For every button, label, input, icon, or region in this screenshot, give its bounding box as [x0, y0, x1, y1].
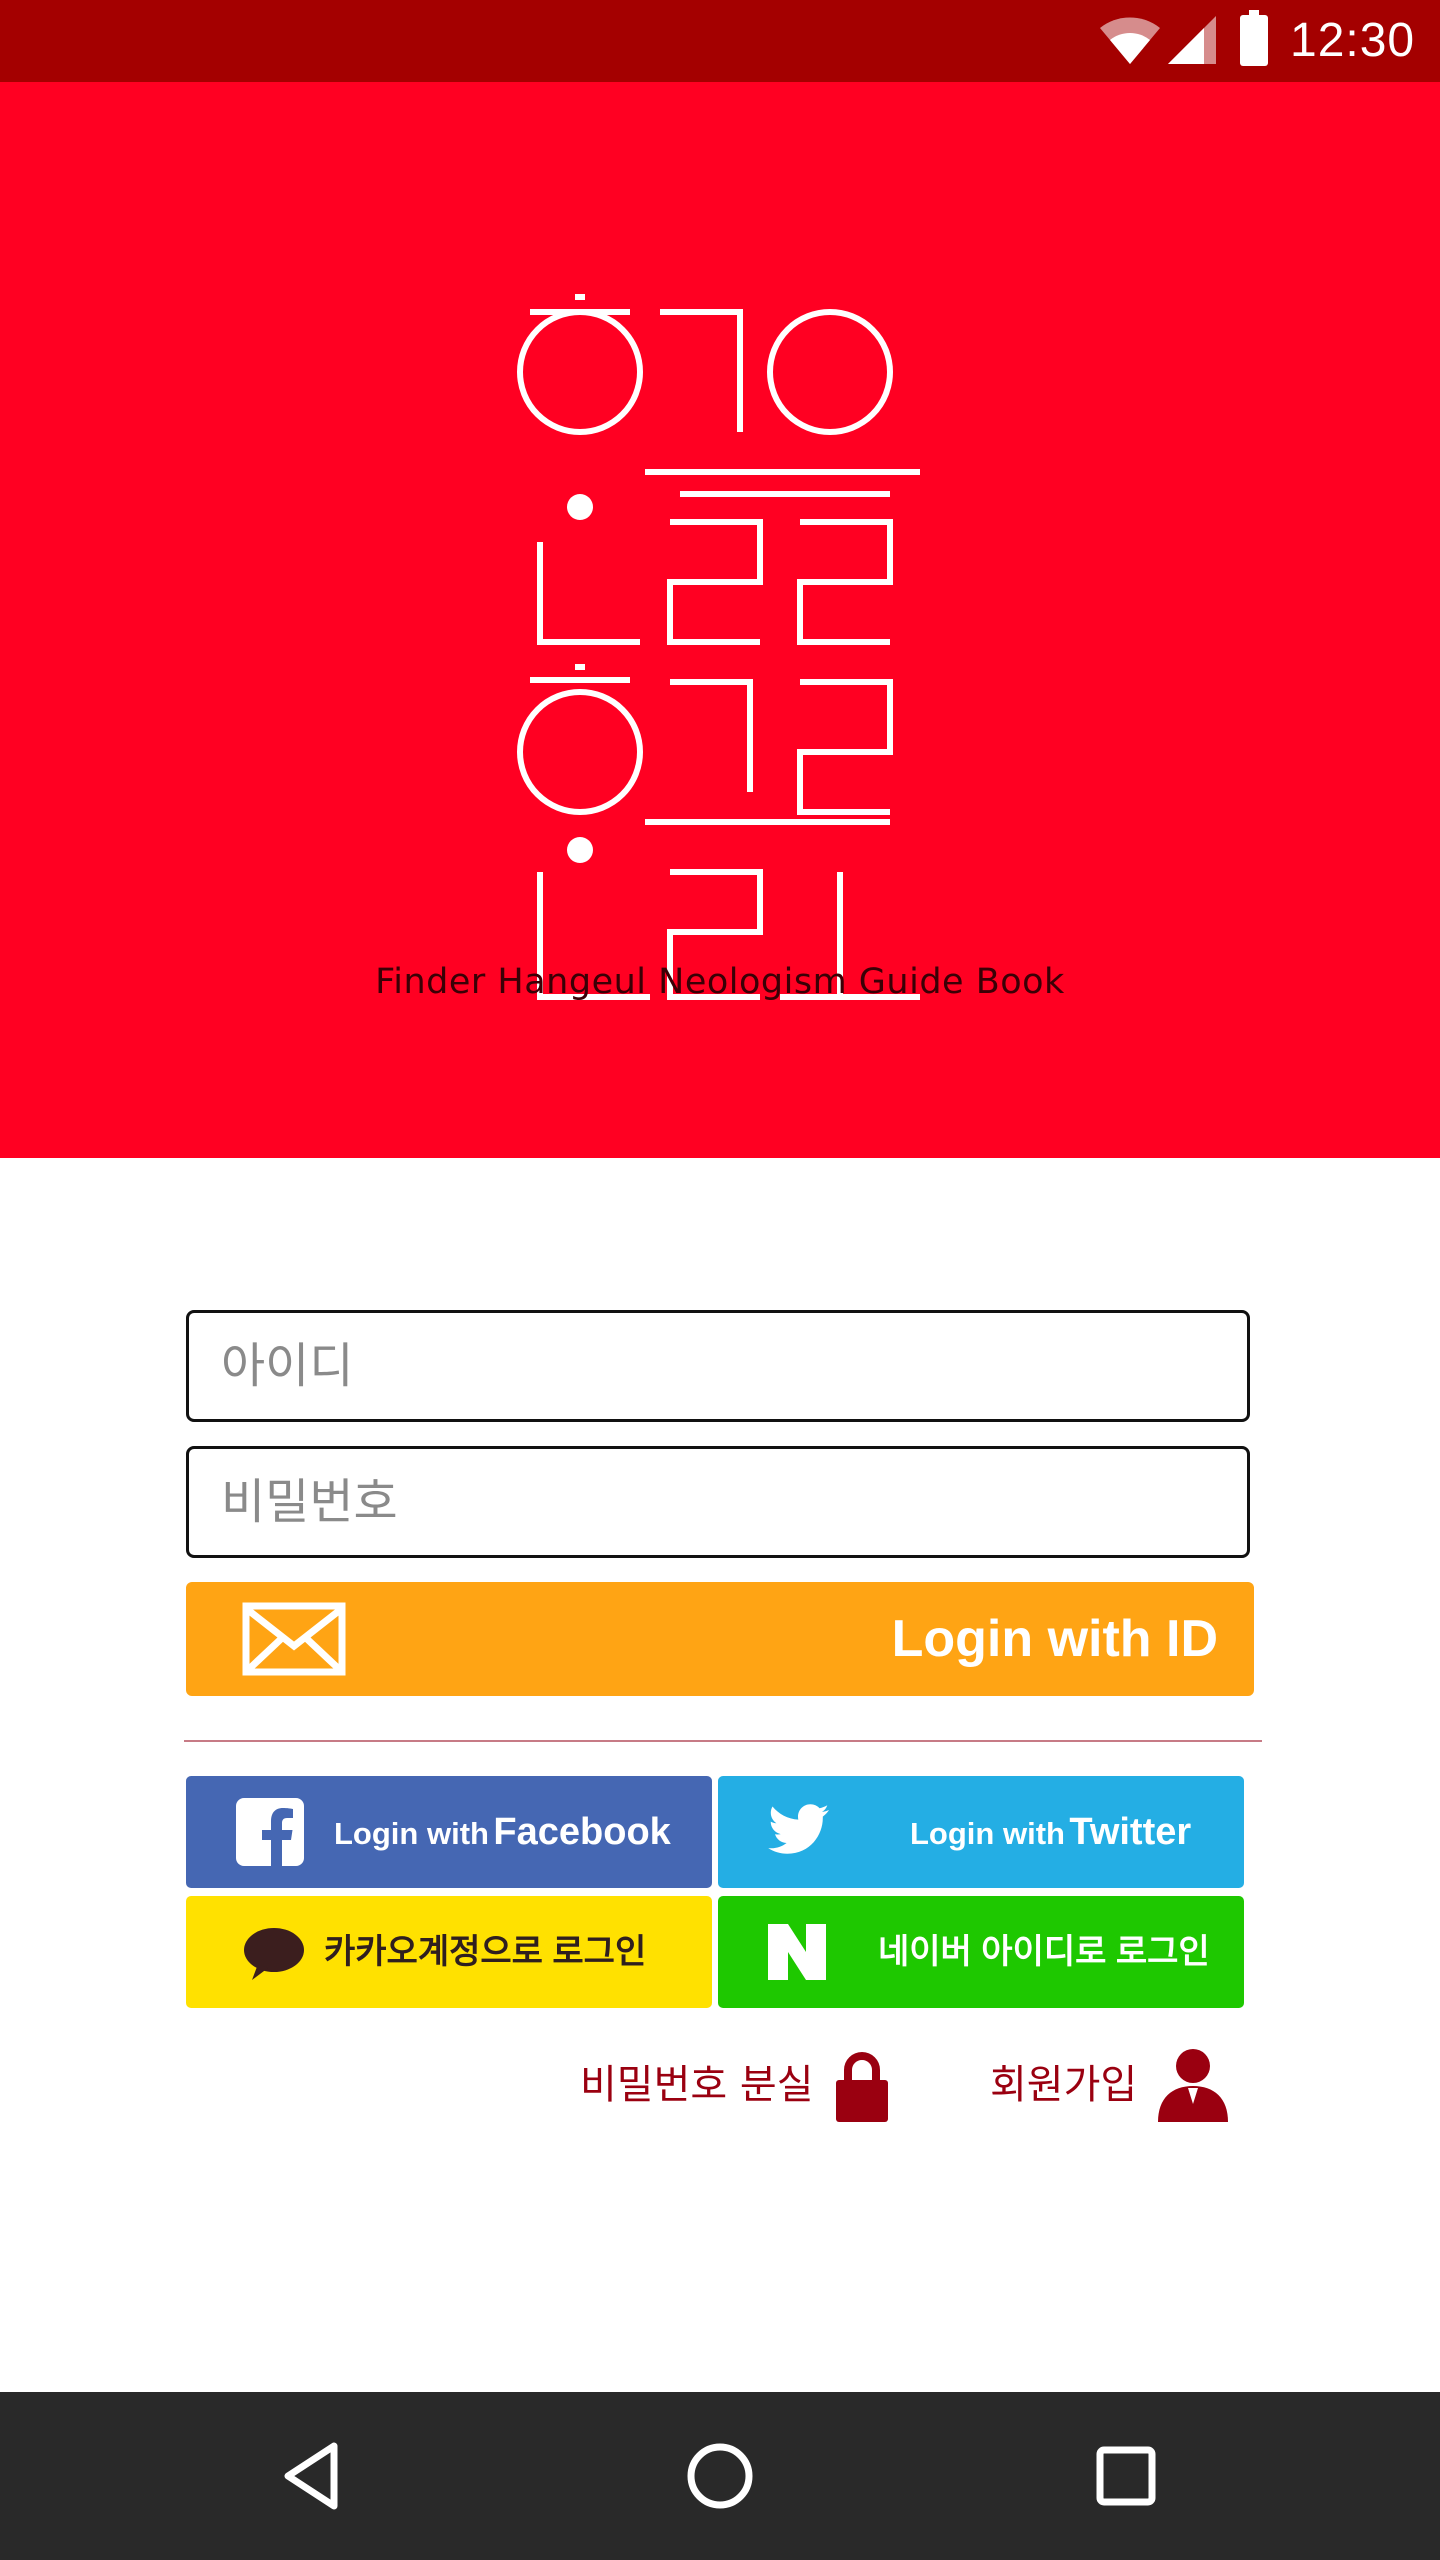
forgot-password-link[interactable]: 비밀번호 분실 [580, 2046, 900, 2126]
naver-n-icon [768, 1924, 826, 1980]
home-icon[interactable] [672, 2428, 768, 2524]
facebook-login-prefix: Login with [334, 1816, 489, 1851]
cell-signal-icon [1168, 16, 1216, 64]
lock-icon [836, 2052, 888, 2122]
facebook-login-button[interactable]: Login with Facebook [186, 1776, 712, 1888]
twitter-login-prefix: Login with [910, 1816, 1065, 1851]
twitter-login-button[interactable]: Login with Twitter [718, 1776, 1244, 1888]
forgot-password-label: 비밀번호 분실 [580, 2062, 814, 2108]
app-logo [517, 294, 920, 1000]
id-input[interactable] [186, 1310, 1250, 1422]
divider [184, 1740, 1262, 1742]
back-icon[interactable] [266, 2428, 362, 2524]
navigation-bar [0, 2392, 1440, 2560]
app-header: Finder Hangeul Neologism Guide Book [0, 82, 1440, 1158]
wifi-icon [1100, 17, 1160, 65]
password-input[interactable] [186, 1446, 1250, 1558]
facebook-login-brand: Facebook [493, 1811, 671, 1853]
twitter-bird-icon [768, 1804, 829, 1854]
login-with-id-button[interactable]: Login with ID [186, 1582, 1254, 1696]
sign-up-link[interactable]: 회원가입 [990, 2046, 1230, 2126]
user-icon [1158, 2049, 1228, 2122]
kakao-login-button[interactable]: 카카오계정으로 로그인 [186, 1896, 712, 2008]
naver-login-label: 네이버 아이디로 로그인 [878, 1933, 1210, 1971]
app-tagline: Finder Hangeul Neologism Guide Book [375, 962, 1065, 1002]
kakao-login-label: 카카오계정으로 로그인 [324, 1933, 647, 1971]
status-time: 12:30 [1290, 14, 1416, 67]
sign-up-label: 회원가입 [990, 2062, 1138, 2108]
twitter-login-brand: Twitter [1069, 1811, 1192, 1853]
mail-icon [242, 1602, 346, 1676]
recent-apps-icon[interactable] [1078, 2428, 1174, 2524]
battery-icon [1240, 10, 1268, 66]
naver-login-button[interactable]: 네이버 아이디로 로그인 [718, 1896, 1244, 2008]
status-bar: 12:30 [0, 0, 1440, 82]
facebook-icon [236, 1798, 304, 1866]
kakao-talk-icon [244, 1928, 304, 1980]
login-with-id-label: Login with ID [891, 1610, 1218, 1668]
